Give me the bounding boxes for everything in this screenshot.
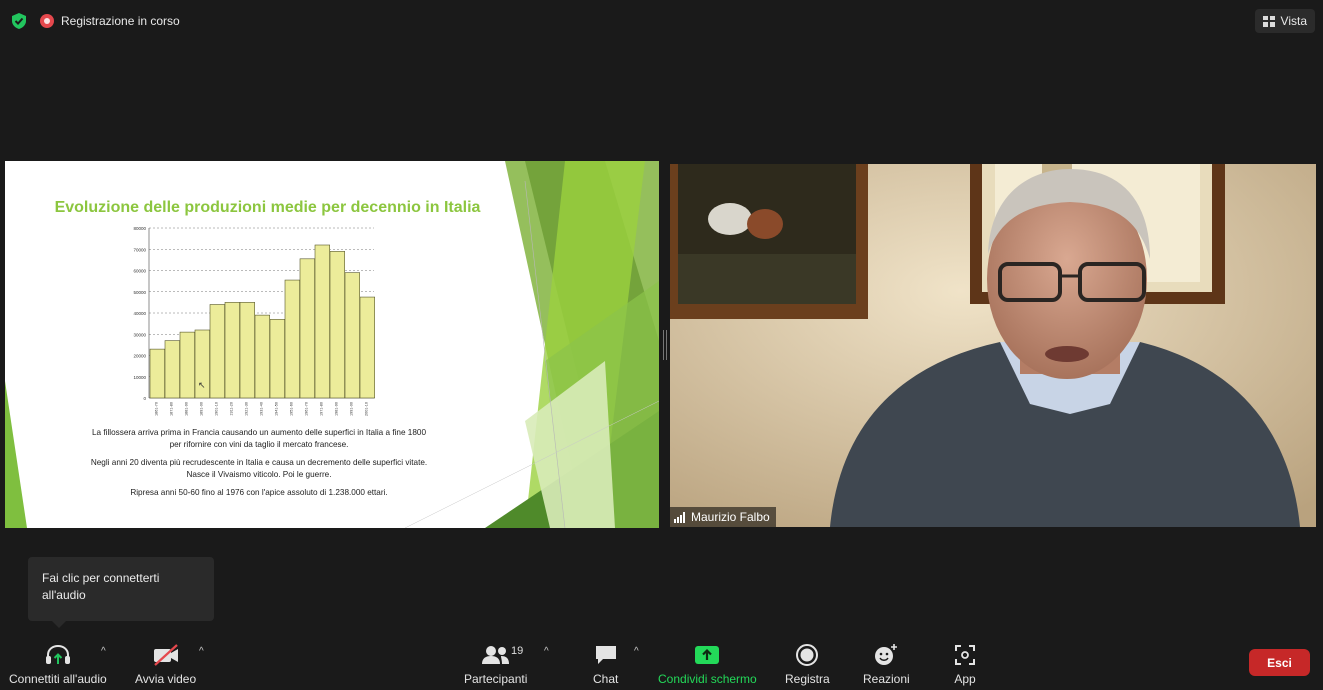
y-tick-label: 0 [143, 396, 146, 401]
participants-count: 19 [511, 645, 524, 657]
x-tick-label: 1941-50 [274, 402, 278, 416]
production-bar-chart: 0 10000 20000 30000 40000 50000 60000 70000 8000… [133, 226, 375, 416]
chat-options-chevron-icon[interactable]: ^ [634, 646, 639, 657]
audio-options-chevron-icon[interactable]: ^ [101, 646, 106, 657]
bar [269, 319, 285, 399]
grid-view-icon [1262, 15, 1275, 27]
bar [149, 348, 165, 399]
participants-label: Partecipanti [464, 672, 528, 686]
meeting-toolbar: Connettiti all'audio ^ Avvia video ^ Par… [0, 632, 1323, 690]
y-tick-label: 50000 [133, 290, 146, 295]
headphones-icon [45, 644, 70, 664]
y-tick-label: 30000 [133, 332, 146, 337]
bar [239, 302, 255, 399]
x-tick-label: 1921-30 [244, 402, 248, 416]
mouse-pointer-icon: ↖ [198, 380, 206, 390]
x-tick-label: 2001-10 [364, 402, 368, 416]
x-tick-label: 1871-80 [169, 402, 173, 416]
video-options-chevron-icon[interactable]: ^ [199, 646, 204, 657]
x-tick-label: 1951-60 [289, 402, 293, 416]
share-screen-button[interactable]: Condividi schermo [658, 642, 757, 686]
video-off-icon [153, 644, 178, 666]
reactions-button[interactable]: Reazioni [863, 642, 910, 686]
record-button[interactable]: Registra [785, 642, 830, 686]
bar [254, 314, 270, 399]
participants-options-chevron-icon[interactable]: ^ [544, 646, 549, 657]
share-screen-label: Condividi schermo [658, 672, 757, 686]
y-tick-label: 40000 [133, 311, 146, 316]
y-tick-label: 60000 [133, 269, 146, 274]
participant-video-tile[interactable]: Maurizio Falbo [670, 164, 1316, 527]
participant-name: Maurizio Falbo [691, 510, 770, 524]
apps-button[interactable]: App [954, 642, 976, 686]
top-bar: Registrazione in corso Vista [0, 0, 1323, 42]
participant-name-tag: Maurizio Falbo [670, 507, 776, 527]
apps-label: App [954, 672, 976, 686]
slide-paragraph-1: La fillossera arriva prima in Francia ca… [91, 428, 427, 449]
slide-paragraph-3: Ripresa anni 50-60 fino al 1976 con l'ap… [130, 488, 388, 497]
split-resize-handle[interactable] [663, 330, 667, 360]
slide-body: La fillossera arriva prima in Francia ca… [89, 427, 429, 505]
share-screen-icon [695, 646, 720, 664]
record-label: Registra [785, 672, 830, 686]
bar [329, 251, 345, 399]
slide-paragraph-2: Negli anni 20 diventa più recrudescente … [90, 458, 428, 479]
join-audio-label: Connettiti all'audio [9, 672, 107, 686]
bar [314, 244, 330, 399]
connection-signal-icon [674, 511, 685, 523]
apps-icon [955, 645, 975, 665]
x-tick-label: 1901-10 [214, 402, 218, 416]
y-tick-label: 80000 [133, 226, 146, 231]
chat-button[interactable]: Chat [593, 642, 618, 686]
video-frame [670, 164, 1316, 527]
bar [209, 304, 225, 399]
x-tick-label: 1961-70 [304, 402, 308, 416]
join-audio-button[interactable]: Connettiti all'audio [9, 642, 107, 686]
x-tick-label: 1981-90 [334, 402, 338, 416]
chat-label: Chat [593, 672, 619, 686]
recording-icon [40, 14, 54, 28]
y-tick-label: 20000 [133, 354, 146, 359]
x-tick-label: 1891-00 [199, 402, 203, 416]
bar [299, 258, 315, 399]
view-label: Vista [1280, 14, 1307, 28]
security-shield-icon[interactable] [10, 12, 28, 30]
shared-screen-slide: Evoluzione delle produzioni medie per de… [5, 161, 659, 528]
reactions-label: Reazioni [863, 672, 910, 686]
bar [284, 279, 300, 399]
slide-title: Evoluzione delle produzioni medie per de… [54, 199, 481, 216]
bar [344, 272, 360, 399]
start-video-label: Avvia video [135, 672, 197, 686]
x-tick-label: 1991-00 [349, 402, 353, 416]
bar [179, 331, 195, 399]
chat-icon [595, 646, 616, 664]
reactions-smiley-icon [875, 644, 898, 665]
record-icon [796, 644, 819, 666]
y-tick-label: 10000 [133, 375, 146, 380]
bar [164, 340, 180, 399]
x-tick-label: 1881-90 [184, 402, 188, 416]
x-tick-label: 1911-20 [229, 402, 233, 416]
bar [359, 296, 375, 399]
recording-indicator[interactable]: Registrazione in corso [40, 9, 180, 33]
participants-icon [481, 646, 509, 664]
bar [224, 302, 240, 399]
y-tick-label: 70000 [133, 247, 146, 252]
audio-tooltip-text: Fai clic per connetterti all'audio [42, 571, 160, 602]
recording-label: Registrazione in corso [61, 14, 180, 28]
x-tick-label: 1971-80 [319, 402, 323, 416]
leave-meeting-label: Esci [1267, 655, 1292, 670]
start-video-button[interactable]: Avvia video [135, 642, 196, 686]
x-tick-label: 1931-40 [259, 402, 263, 416]
x-tick-label: 1861-70 [154, 402, 158, 416]
audio-tooltip: Fai clic per connetterti all'audio [28, 557, 214, 628]
leave-meeting-button[interactable]: Esci [1249, 649, 1310, 676]
view-button[interactable]: Vista [1254, 9, 1315, 33]
